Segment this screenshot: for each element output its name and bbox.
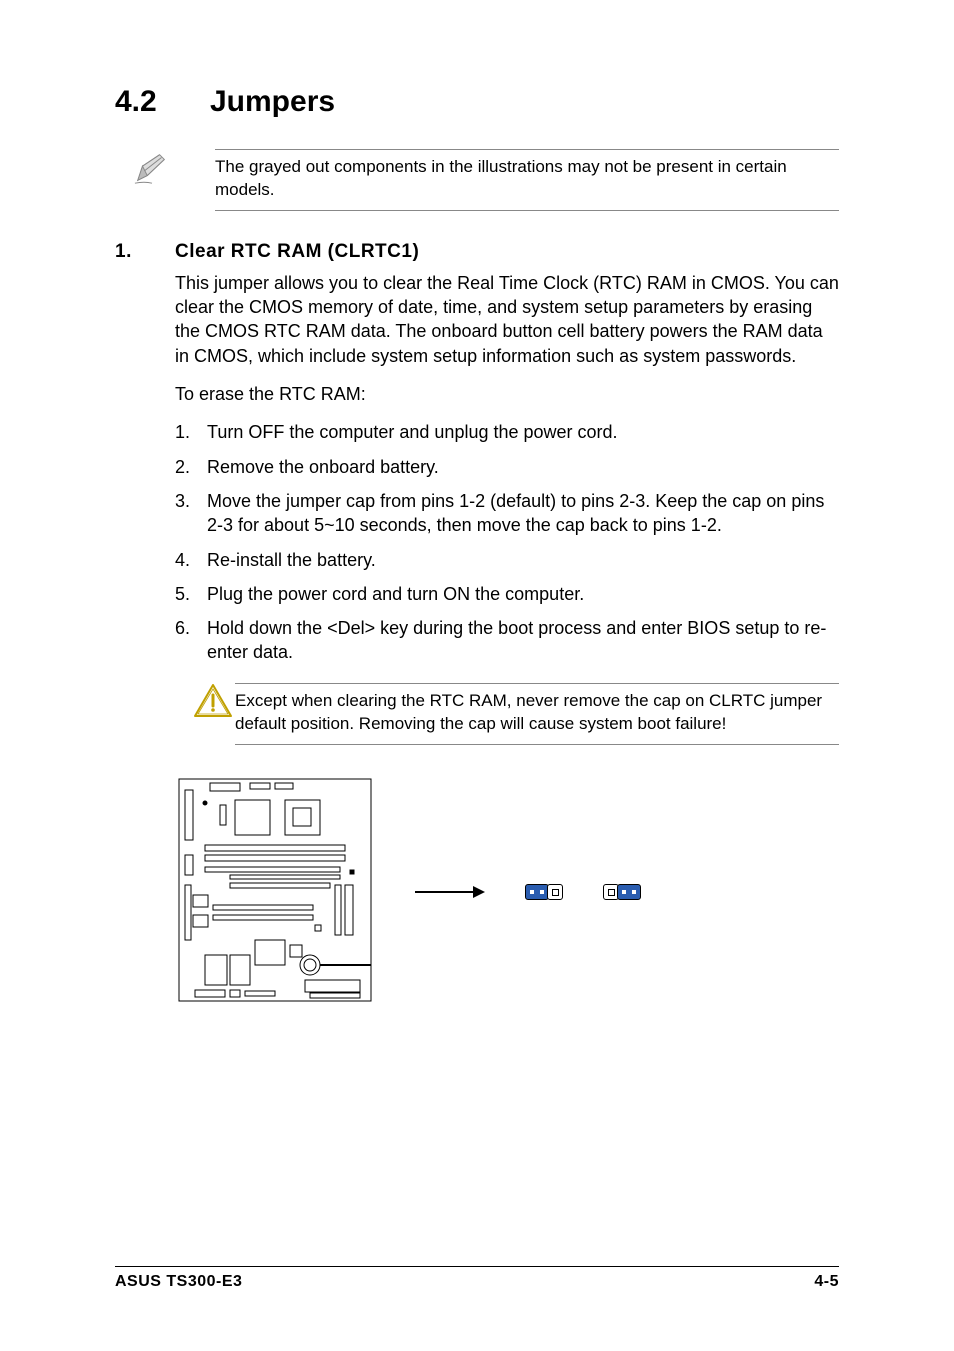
warning-text: Except when clearing the RTC RAM, never …	[235, 683, 839, 745]
warning-note: Except when clearing the RTC RAM, never …	[175, 683, 839, 745]
footer-left: ASUS TS300-E3	[115, 1273, 242, 1291]
note-text: The grayed out components in the illustr…	[215, 149, 839, 211]
step-number: 5.	[175, 582, 207, 606]
jumper-clear	[603, 884, 641, 900]
intro-paragraph: This jumper allows you to clear the Real…	[175, 271, 839, 368]
section-title: Jumpers	[210, 85, 335, 118]
step-text: Move the jumper cap from pins 1-2 (defau…	[207, 489, 839, 538]
list-item: 4.Re-install the battery.	[175, 548, 839, 572]
jumper-positions	[525, 884, 641, 900]
footer-right: 4-5	[814, 1273, 839, 1291]
motherboard-diagram	[175, 775, 375, 1010]
diagram-row	[175, 775, 839, 1010]
step-text: Plug the power cord and turn ON the comp…	[207, 582, 839, 606]
list-item: 3.Move the jumper cap from pins 1-2 (def…	[175, 489, 839, 538]
jumper-default	[525, 884, 563, 900]
step-text: Hold down the <Del> key during the boot …	[207, 616, 839, 665]
note-icon-column	[115, 149, 215, 211]
arrow-icon	[415, 882, 485, 902]
warning-icon-column	[175, 683, 235, 745]
sub-title: Clear RTC RAM (CLRTC1)	[175, 241, 419, 263]
step-number: 2.	[175, 455, 207, 479]
page: 4.2Jumpers The grayed out components in …	[0, 0, 954, 1351]
erase-intro: To erase the RTC RAM:	[175, 382, 839, 406]
list-item: 2.Remove the onboard battery.	[175, 455, 839, 479]
body-content: This jumper allows you to clear the Real…	[175, 271, 839, 665]
step-text: Remove the onboard battery.	[207, 455, 839, 479]
page-footer: ASUS TS300-E3 4-5	[115, 1266, 839, 1291]
step-number: 1.	[175, 420, 207, 444]
sub-number: 1.	[115, 241, 175, 263]
step-number: 6.	[175, 616, 207, 665]
section-heading: 4.2Jumpers	[115, 85, 839, 119]
section-number: 4.2	[115, 85, 210, 119]
info-note: The grayed out components in the illustr…	[115, 149, 839, 211]
list-item: 1.Turn OFF the computer and unplug the p…	[175, 420, 839, 444]
list-item: 5.Plug the power cord and turn ON the co…	[175, 582, 839, 606]
list-item: 6.Hold down the <Del> key during the boo…	[175, 616, 839, 665]
step-number: 4.	[175, 548, 207, 572]
step-text: Re-install the battery.	[207, 548, 839, 572]
sub-heading: 1. Clear RTC RAM (CLRTC1)	[115, 241, 839, 263]
steps-list: 1.Turn OFF the computer and unplug the p…	[175, 420, 839, 664]
warning-icon	[193, 683, 233, 719]
step-number: 3.	[175, 489, 207, 538]
step-text: Turn OFF the computer and unplug the pow…	[207, 420, 839, 444]
pencil-icon	[133, 149, 171, 187]
